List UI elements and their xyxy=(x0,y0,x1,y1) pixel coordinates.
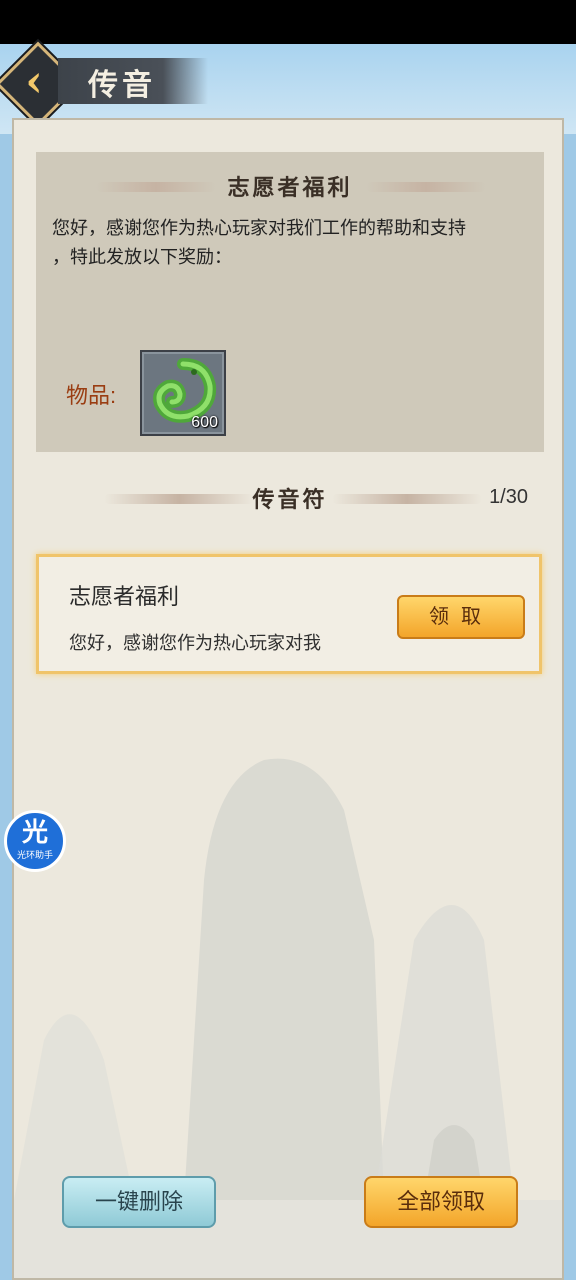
mail-title: 志愿者福利 xyxy=(69,584,180,609)
item-count: 600 xyxy=(191,414,218,431)
chevron-left-icon[interactable]: ‹ xyxy=(14,52,54,112)
mail-count: 1/30 xyxy=(489,486,528,508)
claim-all-button[interactable]: 全部领取 xyxy=(364,1176,518,1228)
detail-title: 志愿者福利 xyxy=(227,175,353,201)
mail-preview: 您好，感谢您作为热心玩家对我 xyxy=(69,633,321,653)
reward-item-slot[interactable]: 600 xyxy=(140,350,226,436)
list-title: 传音符 xyxy=(252,487,328,513)
header: ‹ 传音 xyxy=(0,41,576,127)
assistant-logo-glyph: 光 xyxy=(21,818,48,848)
mail-item[interactable]: 志愿者福利 您好，感谢您作为热心玩家对我 领取 xyxy=(36,554,542,674)
page-title: 传音 xyxy=(88,68,156,103)
delete-all-button[interactable]: 一键删除 xyxy=(62,1176,216,1228)
claim-button[interactable]: 领取 xyxy=(397,595,525,639)
status-bar xyxy=(0,0,576,44)
detail-body-line: ，特此发放以下奖励： xyxy=(52,247,232,267)
items-label: 物品: xyxy=(66,383,117,408)
mail-panel: 志愿者福利 您好，感谢您作为热心玩家对我们工作的帮助和支持 ，特此发放以下奖励：… xyxy=(12,118,564,1280)
list-header: 传音符 xyxy=(14,480,562,520)
assistant-float-button[interactable]: 光 光环助手 xyxy=(4,810,66,872)
assistant-label: 光环助手 xyxy=(16,851,53,861)
detail-body-line: 您好，感谢您作为热心玩家对我们工作的帮助和支持 xyxy=(52,218,466,238)
detail-body: 您好，感谢您作为热心玩家对我们工作的帮助和支持 ，特此发放以下奖励： xyxy=(52,214,532,272)
mail-detail: 志愿者福利 您好，感谢您作为热心玩家对我们工作的帮助和支持 ，特此发放以下奖励：… xyxy=(36,152,544,452)
